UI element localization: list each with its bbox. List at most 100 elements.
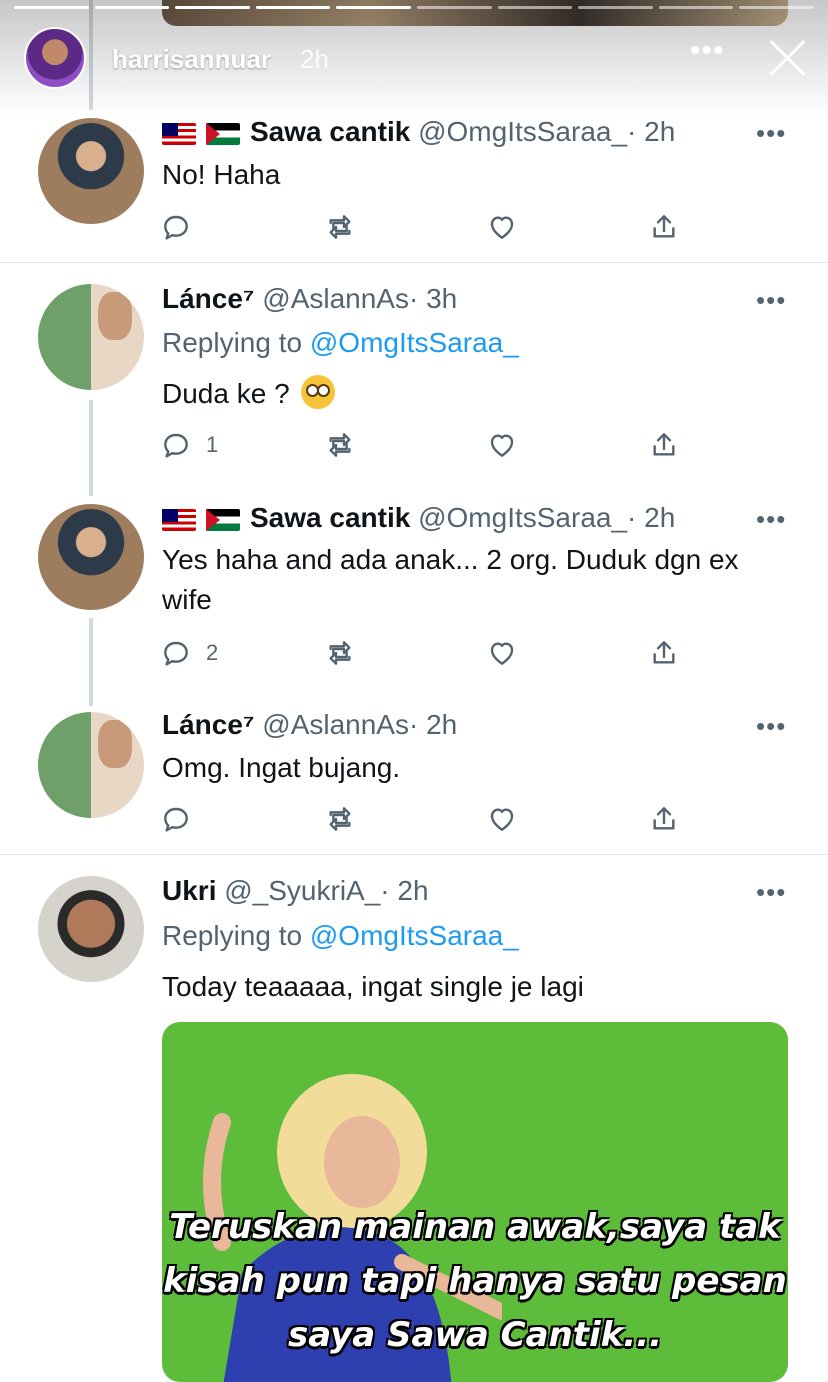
more-options-button[interactable]: ••• bbox=[756, 118, 786, 149]
share-icon bbox=[648, 211, 680, 243]
share-button[interactable] bbox=[648, 802, 680, 836]
tweet-actions bbox=[160, 210, 700, 244]
timestamp: · 3h bbox=[408, 283, 458, 314]
retweet-button[interactable] bbox=[324, 210, 356, 244]
story-timestamp: 2h bbox=[300, 44, 329, 74]
reply-count: 1 bbox=[206, 432, 219, 457]
retweet-icon bbox=[324, 429, 356, 461]
mention-link[interactable]: @OmgItsSaraa_ bbox=[310, 327, 519, 358]
avatar[interactable] bbox=[38, 284, 144, 390]
replying-label: Replying to bbox=[162, 327, 303, 358]
reply-icon bbox=[160, 637, 192, 669]
reply-count: 2 bbox=[206, 640, 219, 665]
replying-label: Replying to bbox=[162, 920, 303, 951]
progress-segment bbox=[497, 6, 573, 9]
reply-icon bbox=[160, 803, 192, 835]
handle[interactable]: @OmgItsSaraa_ bbox=[418, 502, 627, 533]
tweet-text: Yes haha and ada anak... 2 org. Duduk dg… bbox=[162, 544, 739, 615]
tweet-text: Duda ke ? bbox=[162, 374, 788, 414]
like-button[interactable] bbox=[486, 636, 518, 670]
like-button[interactable] bbox=[486, 428, 518, 462]
progress-segment bbox=[416, 6, 492, 9]
tweet-text: Today teaaaaa, ingat single je lagi bbox=[162, 971, 584, 1002]
progress-segment bbox=[94, 6, 170, 9]
malaysia-flag-icon bbox=[162, 508, 196, 531]
avatar[interactable] bbox=[38, 504, 144, 610]
tweet-actions: 2 bbox=[160, 636, 700, 670]
tweet-actions: 1 bbox=[160, 428, 700, 462]
retweet-button[interactable] bbox=[324, 802, 356, 836]
share-button[interactable] bbox=[648, 636, 680, 670]
avatar[interactable] bbox=[38, 876, 144, 982]
like-button[interactable] bbox=[486, 210, 518, 244]
retweet-icon bbox=[324, 803, 356, 835]
meme-caption: Teruskan mainan awak,saya tak kisah pun … bbox=[163, 1207, 787, 1355]
thread-line bbox=[89, 618, 93, 706]
avatar[interactable] bbox=[38, 118, 144, 224]
timestamp: · 2h bbox=[408, 709, 458, 740]
reply-icon bbox=[160, 429, 192, 461]
share-button[interactable] bbox=[648, 428, 680, 462]
replying-to: Replying to @OmgItsSaraa_ bbox=[162, 327, 519, 359]
display-name[interactable]: Ukri bbox=[162, 875, 216, 906]
story-username[interactable]: harrisannuar bbox=[112, 44, 271, 75]
more-options-button[interactable]: ••• bbox=[756, 711, 786, 742]
tweet-header: Lánce⁷ @AslannAs· 2h bbox=[162, 709, 457, 741]
palestine-flag-icon bbox=[206, 508, 240, 531]
heart-icon bbox=[486, 637, 518, 669]
display-name[interactable]: Lánce⁷ bbox=[162, 709, 254, 740]
meme-image[interactable]: Teruskan mainan awak,saya tak kisah pun … bbox=[162, 1022, 788, 1382]
more-options-button[interactable]: ••• bbox=[756, 285, 786, 316]
progress-segment bbox=[175, 6, 250, 9]
avatar[interactable] bbox=[38, 712, 144, 818]
share-icon bbox=[648, 429, 680, 461]
reply-button[interactable]: 1 bbox=[160, 428, 218, 462]
story-progress-bar bbox=[14, 6, 814, 9]
tweet-actions bbox=[160, 802, 700, 836]
story-more-options-button[interactable]: ••• bbox=[690, 34, 725, 68]
more-options-button[interactable]: ••• bbox=[756, 877, 786, 908]
replying-to: Replying to @OmgItsSaraa_ bbox=[162, 920, 519, 952]
mention-link[interactable]: @OmgItsSaraa_ bbox=[310, 920, 519, 951]
close-icon[interactable] bbox=[766, 36, 810, 80]
reply-button[interactable]: 2 bbox=[160, 636, 218, 670]
handle[interactable]: @OmgItsSaraa_ bbox=[418, 116, 627, 147]
palestine-flag-icon bbox=[206, 122, 240, 145]
retweet-button[interactable] bbox=[324, 636, 356, 670]
retweet-icon bbox=[324, 211, 356, 243]
tweet-text: Omg. Ingat bujang. bbox=[162, 752, 401, 783]
handle[interactable]: @_SyukriA_ bbox=[224, 875, 380, 906]
progress-segment bbox=[14, 6, 89, 9]
retweet-button[interactable] bbox=[324, 428, 356, 462]
tweet-text-content: Duda ke ? bbox=[162, 378, 290, 409]
handle[interactable]: @AslannAs bbox=[262, 709, 409, 740]
thread-line bbox=[89, 400, 93, 496]
share-icon bbox=[648, 803, 680, 835]
display-name[interactable]: Lánce⁷ bbox=[162, 283, 254, 314]
retweet-icon bbox=[324, 637, 356, 669]
divider bbox=[0, 262, 828, 263]
share-icon bbox=[648, 637, 680, 669]
tweet-header: Ukri @_SyukriA_· 2h bbox=[162, 875, 429, 907]
tweet-header: Sawa cantik @OmgItsSaraa_· 2h bbox=[162, 116, 675, 148]
progress-segment bbox=[578, 6, 653, 9]
tweet-text: No! Haha bbox=[162, 159, 281, 190]
share-button[interactable] bbox=[648, 210, 680, 244]
progress-segment bbox=[739, 6, 814, 9]
tweet-header: Sawa cantik @OmgItsSaraa_· 2h bbox=[162, 502, 675, 534]
progress-segment bbox=[255, 6, 331, 9]
reply-button[interactable] bbox=[160, 210, 206, 244]
display-name[interactable]: Sawa cantik bbox=[250, 116, 410, 147]
heart-icon bbox=[486, 211, 518, 243]
flushed-face-emoji-icon bbox=[301, 375, 336, 409]
story-user-avatar[interactable] bbox=[24, 27, 86, 89]
timestamp: · 2h bbox=[380, 875, 429, 906]
reply-icon bbox=[160, 211, 192, 243]
like-button[interactable] bbox=[486, 802, 518, 836]
timestamp: · 2h bbox=[627, 502, 676, 533]
reply-button[interactable] bbox=[160, 802, 206, 836]
heart-icon bbox=[486, 429, 518, 461]
handle[interactable]: @AslannAs bbox=[262, 283, 409, 314]
more-options-button[interactable]: ••• bbox=[756, 504, 786, 535]
display-name[interactable]: Sawa cantik bbox=[250, 502, 410, 533]
